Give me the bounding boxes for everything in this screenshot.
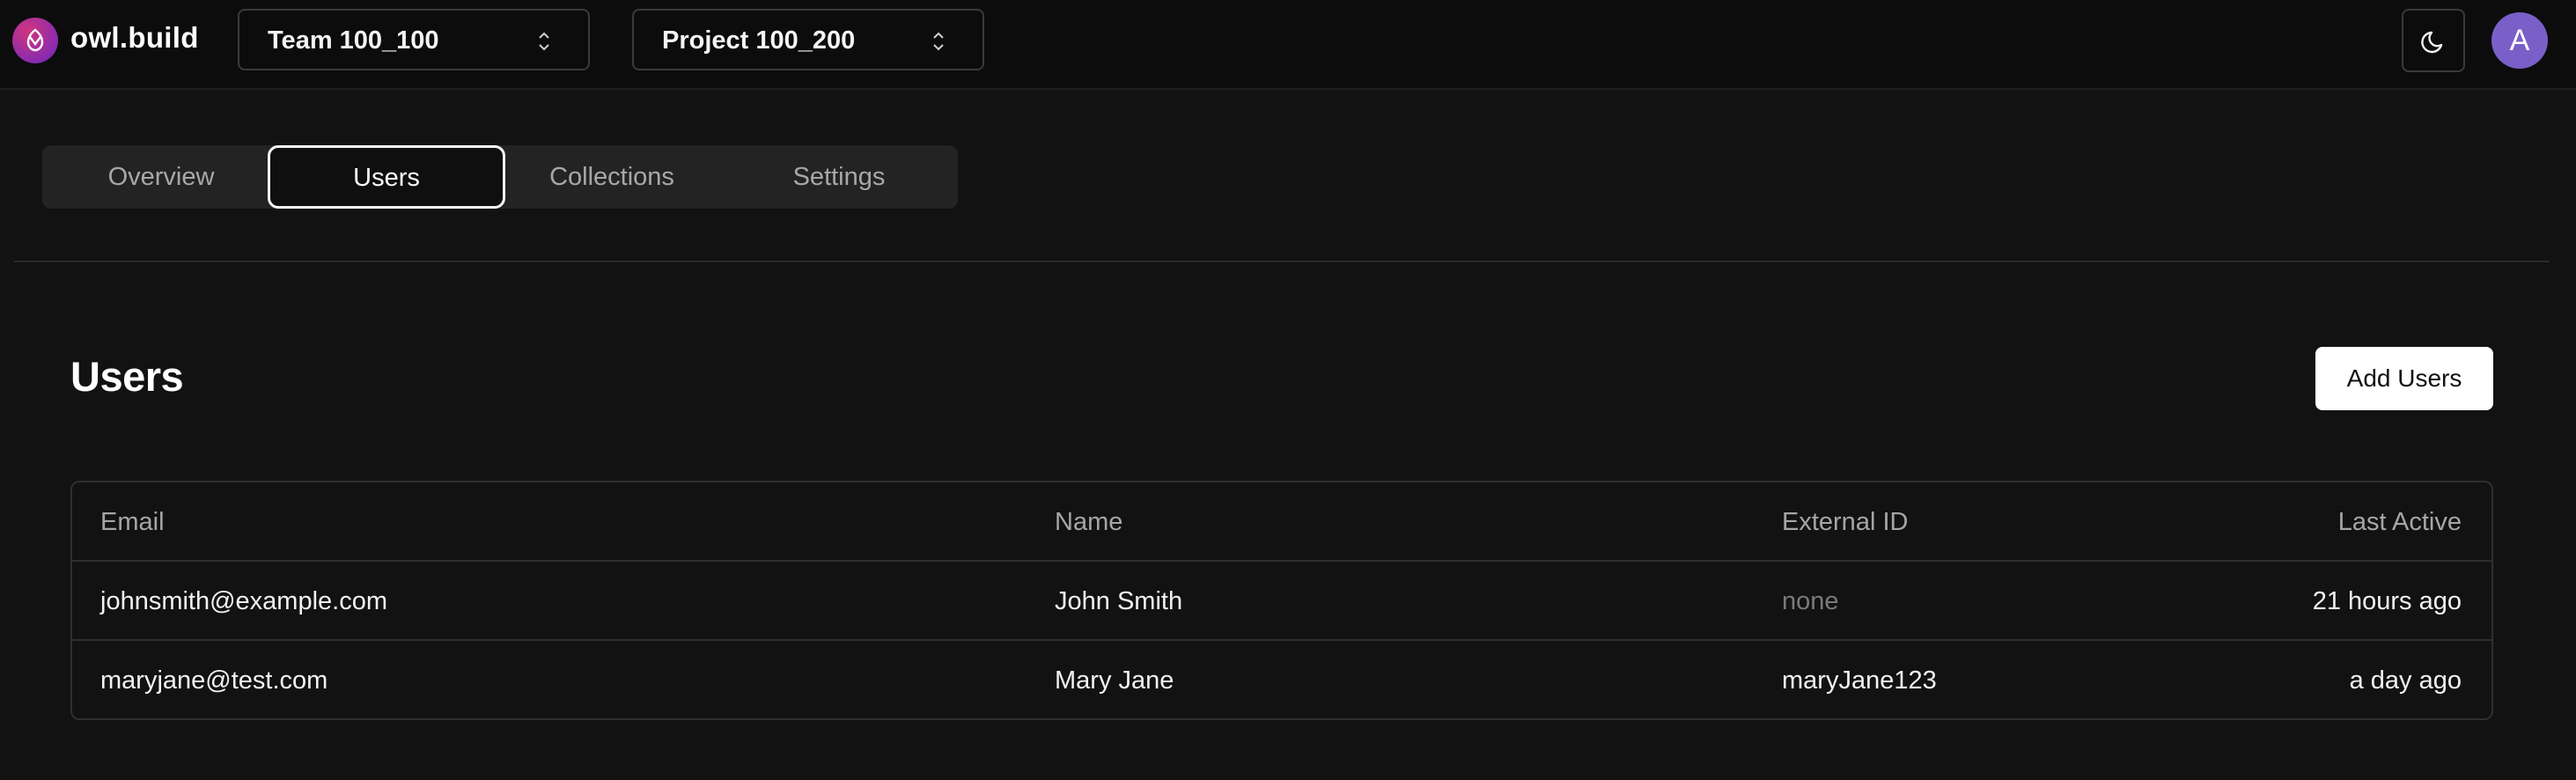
page-title: Users — [70, 353, 184, 400]
users-table: Email Name External ID Last Active johns… — [70, 481, 2493, 720]
tab-collections[interactable]: Collections — [493, 145, 731, 209]
table-row[interactable]: johnsmith@example.com John Smith none 21… — [72, 560, 2491, 641]
table-row[interactable]: maryjane@test.com Mary Jane maryJane123 … — [72, 639, 2491, 720]
brand-name[interactable]: owl.build — [70, 21, 199, 55]
tab-bar: Overview Users Collections Settings — [42, 145, 958, 209]
cell-email: maryjane@test.com — [100, 666, 328, 695]
cell-external-id: none — [1782, 587, 1839, 615]
owl-logo-icon[interactable] — [12, 18, 58, 63]
moon-icon — [2421, 31, 2443, 54]
tab-settings[interactable]: Settings — [720, 145, 958, 209]
cell-name: John Smith — [1055, 587, 1183, 615]
divider — [14, 261, 2550, 262]
team-select-value: Team 100_100 — [268, 26, 439, 55]
cell-last-active: a day ago — [2349, 666, 2462, 695]
table-header-row: Email Name External ID Last Active — [72, 482, 2491, 562]
cell-last-active: 21 hours ago — [2312, 587, 2462, 615]
column-header-name[interactable]: Name — [1055, 482, 1122, 562]
column-header-last-active[interactable]: Last Active — [2097, 482, 2462, 562]
column-header-email[interactable]: Email — [100, 482, 165, 562]
project-select[interactable]: Project 100_200 — [632, 9, 984, 70]
add-users-button[interactable]: Add Users — [2315, 347, 2493, 410]
chevron-up-down-icon — [539, 32, 549, 51]
tab-overview[interactable]: Overview — [42, 145, 280, 209]
chevron-up-down-icon — [933, 32, 944, 51]
cell-name: Mary Jane — [1055, 666, 1174, 695]
team-select[interactable]: Team 100_100 — [238, 9, 590, 70]
user-avatar[interactable]: A — [2491, 12, 2548, 69]
project-select-value: Project 100_200 — [662, 26, 856, 55]
cell-email: johnsmith@example.com — [100, 587, 388, 615]
tab-users[interactable]: Users — [268, 145, 505, 209]
top-bar: owl.build Team 100_100 Project 100_200 A — [0, 0, 2576, 90]
column-header-external-id[interactable]: External ID — [1782, 482, 1908, 562]
theme-toggle-button[interactable] — [2402, 9, 2465, 72]
cell-external-id: maryJane123 — [1782, 666, 1937, 695]
